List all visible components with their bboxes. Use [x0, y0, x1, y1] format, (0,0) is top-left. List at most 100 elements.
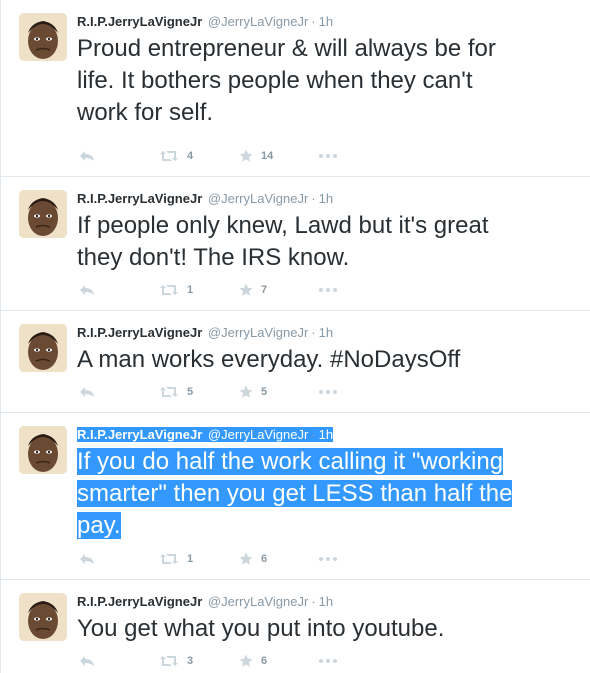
favorite-count: 14: [261, 150, 274, 162]
favorite-count: 6: [261, 655, 268, 667]
tweet[interactable]: R.I.P.JerryLaVigneJr @JerryLaVigneJr · 1h …: [1, 0, 590, 177]
tweet-timestamp[interactable]: 1h: [319, 14, 333, 29]
tweet-username[interactable]: @JerryLaVigneJr: [208, 14, 308, 29]
star-icon: [239, 283, 253, 296]
reply-button[interactable]: [79, 280, 95, 300]
more-button[interactable]: [319, 549, 337, 569]
tweet-username[interactable]: @JerryLaVigneJr: [208, 325, 308, 340]
favorite-button[interactable]: 14: [239, 146, 273, 166]
avatar[interactable]: [19, 190, 67, 238]
avatar[interactable]: [19, 324, 67, 372]
favorite-button[interactable]: 7: [239, 280, 267, 300]
tweet-separator: ·: [311, 594, 316, 609]
reply-button[interactable]: [79, 146, 95, 166]
retweet-count: 4: [187, 150, 194, 162]
tweet-timestamp[interactable]: 1h: [319, 325, 333, 340]
retweet-button[interactable]: 5: [159, 382, 193, 402]
tweet-text-line: Proud entrepreneur & will always be for: [77, 35, 496, 62]
more-button[interactable]: [319, 651, 337, 671]
star-icon: [239, 385, 253, 398]
retweet-icon: [160, 285, 178, 295]
favorite-button[interactable]: 6: [239, 549, 267, 569]
tweet-text-line: life. It bothers people when they can't: [77, 67, 473, 94]
reply-icon: [80, 387, 94, 397]
tweet-text-line: If you do half the work calling it "work…: [77, 448, 504, 475]
reply-icon: [80, 554, 94, 564]
tweet-text-line: You get what you put into youtube.: [77, 615, 445, 642]
tweet-header: R.I.P.JerryLaVigneJr @JerryLaVigneJr · 1h: [77, 190, 580, 208]
tweet-text-line: work for self.: [77, 99, 214, 126]
tweet-username[interactable]: @JerryLaVigneJr: [208, 594, 308, 609]
reply-button[interactable]: [79, 382, 95, 402]
star-icon: [239, 149, 253, 162]
tweet-header: R.I.P.JerryLaVigneJr @JerryLaVigneJr · 1h: [77, 426, 580, 444]
tweet[interactable]: R.I.P.JerryLaVigneJr @JerryLaVigneJr · 1h …: [1, 413, 590, 580]
tweet-username[interactable]: @JerryLaVigneJr: [208, 427, 308, 442]
tweet-text: Proud entrepreneur & will always be for …: [77, 33, 577, 129]
tweet-timeline: R.I.P.JerryLaVigneJr @JerryLaVigneJr · 1h …: [0, 0, 590, 673]
tweet-text-line: smarter" then you get LESS than half the: [77, 480, 513, 507]
reply-button[interactable]: [79, 549, 95, 569]
star-icon: [239, 654, 253, 667]
favorite-button[interactable]: 6: [239, 651, 267, 671]
avatar[interactable]: [19, 13, 67, 61]
tweet[interactable]: R.I.P.JerryLaVigneJr @JerryLaVigneJr · 1h …: [1, 580, 590, 673]
avatar[interactable]: [19, 426, 67, 474]
retweet-icon: [160, 656, 178, 666]
tweet-header: R.I.P.JerryLaVigneJr @JerryLaVigneJr · 1h: [77, 13, 580, 31]
reply-icon: [80, 285, 94, 295]
tweet-timestamp[interactable]: 1h: [319, 191, 333, 206]
tweet-fullname[interactable]: R.I.P.JerryLaVigneJr: [77, 427, 202, 442]
avatar-face-image: [19, 426, 67, 474]
retweet-count: 5: [187, 386, 194, 398]
more-dots-icon: [319, 390, 337, 394]
tweet-fullname[interactable]: R.I.P.JerryLaVigneJr: [77, 191, 202, 206]
more-button[interactable]: [319, 280, 337, 300]
more-button[interactable]: [319, 382, 337, 402]
tweet-fullname[interactable]: R.I.P.JerryLaVigneJr: [77, 14, 202, 29]
tweet-fullname[interactable]: R.I.P.JerryLaVigneJr: [77, 325, 202, 340]
retweet-icon: [160, 554, 178, 564]
tweet-separator: ·: [311, 325, 316, 340]
reply-icon: [80, 151, 94, 161]
favorite-count: 5: [261, 386, 268, 398]
retweet-button[interactable]: 1: [159, 549, 193, 569]
avatar-face-image: [19, 324, 67, 372]
avatar[interactable]: [19, 593, 67, 641]
reply-icon: [80, 656, 94, 666]
retweet-count: 3: [187, 655, 194, 667]
tweet-text: You get what you put into youtube.: [77, 613, 577, 645]
retweet-button[interactable]: 4: [159, 146, 193, 166]
star-icon: [239, 552, 253, 565]
retweet-button[interactable]: 3: [159, 651, 193, 671]
tweet[interactable]: R.I.P.JerryLaVigneJr @JerryLaVigneJr · 1h …: [1, 177, 590, 311]
tweet-timestamp[interactable]: 1h: [319, 594, 333, 609]
avatar-face-image: [19, 13, 67, 61]
more-dots-icon: [319, 557, 337, 561]
retweet-count: 1: [187, 553, 194, 565]
more-dots-icon: [319, 154, 337, 158]
tweet-username[interactable]: @JerryLaVigneJr: [208, 191, 308, 206]
tweet-header: R.I.P.JerryLaVigneJr @JerryLaVigneJr · 1h: [77, 593, 580, 611]
tweet[interactable]: R.I.P.JerryLaVigneJr @JerryLaVigneJr · 1h …: [1, 311, 590, 413]
more-button[interactable]: [319, 146, 337, 166]
tweet-text-line: If people only knew, Lawd but it's great: [77, 212, 489, 239]
tweet-separator: ·: [311, 191, 316, 206]
favorite-count: 7: [261, 284, 268, 296]
tweet-text-line: A man works everyday. #NoDaysOff: [77, 346, 461, 373]
tweet-text-line: they don't! The IRS know.: [77, 244, 350, 271]
more-dots-icon: [319, 288, 337, 292]
tweet-text-line: pay.: [77, 512, 121, 539]
retweet-icon: [160, 387, 178, 397]
reply-button[interactable]: [79, 651, 95, 671]
tweet-text: A man works everyday. #NoDaysOff: [77, 344, 577, 376]
tweet-text: If people only knew, Lawd but it's great…: [77, 210, 577, 274]
favorite-button[interactable]: 5: [239, 382, 267, 402]
avatar-face-image: [19, 593, 67, 641]
tweet-timestamp[interactable]: 1h: [319, 427, 333, 442]
tweet-separator: ·: [311, 427, 316, 442]
retweet-icon: [160, 151, 178, 161]
tweet-fullname[interactable]: R.I.P.JerryLaVigneJr: [77, 594, 202, 609]
retweet-button[interactable]: 1: [159, 280, 193, 300]
more-dots-icon: [319, 659, 337, 663]
